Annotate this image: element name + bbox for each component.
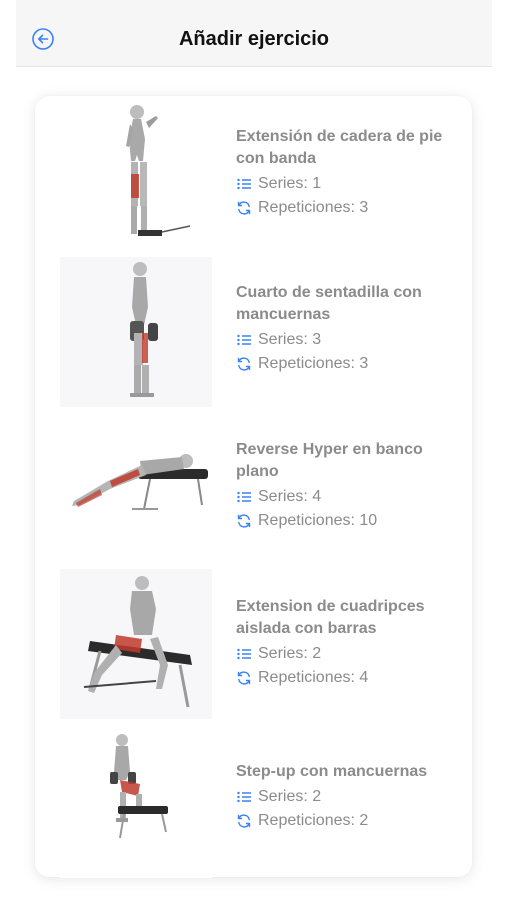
reps-value: 3 xyxy=(359,199,369,216)
series-label: Series: xyxy=(258,331,308,348)
reps-label: Repeticiones: xyxy=(258,812,355,829)
series-row: Series: 4 xyxy=(236,485,462,509)
reps-value: 3 xyxy=(359,355,369,372)
exercise-thumbnail xyxy=(60,569,212,719)
exercise-info: Extension de cuadripces aislada con barr… xyxy=(236,596,462,690)
exercise-info: Reverse Hyper en banco plano Series: 4 R… xyxy=(236,439,462,533)
exercise-thumbnail xyxy=(60,409,212,559)
series-label: Series: xyxy=(258,488,308,505)
series-label: Series: xyxy=(258,175,308,192)
exercise-item[interactable]: Reverse Hyper en banco plano Series: 4 R… xyxy=(35,409,472,569)
exercise-name: Cuarto de sentadilla con mancuernas xyxy=(236,284,422,323)
exercise-thumbnail xyxy=(60,257,212,407)
refresh-icon xyxy=(236,670,252,686)
reps-value: 10 xyxy=(359,512,378,529)
refresh-icon xyxy=(236,200,252,216)
exercise-list-card: Extensión de cadera de pie con banda Ser… xyxy=(35,96,472,878)
series-row: Series: 2 xyxy=(236,642,462,666)
series-label: Series: xyxy=(258,788,308,805)
refresh-icon xyxy=(236,813,252,829)
exercise-item[interactable]: Extensión de cadera de pie con banda Ser… xyxy=(35,96,472,256)
reps-row: Repeticiones: 3 xyxy=(236,352,462,376)
reps-label: Repeticiones: xyxy=(258,355,355,372)
list-icon xyxy=(236,789,252,805)
exercise-item[interactable]: Cuarto de sentadilla con mancuernas Seri… xyxy=(35,252,472,412)
series-row: Series: 2 xyxy=(236,785,462,809)
exercise-name: Extensión de cadera de pie con banda xyxy=(236,128,443,167)
series-row: Series: 1 xyxy=(236,172,462,196)
exercise-name: Extension de cuadripces aislada con barr… xyxy=(236,598,425,637)
refresh-icon xyxy=(236,356,252,372)
series-value: 2 xyxy=(312,645,322,662)
reps-value: 4 xyxy=(359,669,369,686)
exercise-info: Cuarto de sentadilla con mancuernas Seri… xyxy=(236,282,462,376)
refresh-icon xyxy=(236,513,252,529)
page-title: Añadir ejercicio xyxy=(178,28,330,50)
list-icon xyxy=(236,489,252,505)
series-value: 4 xyxy=(312,488,322,505)
series-value: 3 xyxy=(312,331,322,348)
series-value: 1 xyxy=(312,175,322,192)
reps-row: Repeticiones: 4 xyxy=(236,666,462,690)
exercise-item[interactable]: Step-up con mancuernas Series: 2 Repetic… xyxy=(35,723,472,883)
reps-label: Repeticiones: xyxy=(258,199,355,216)
reps-value: 2 xyxy=(359,812,369,829)
top-bar: Añadir ejercicio xyxy=(16,0,492,67)
reps-row: Repeticiones: 10 xyxy=(236,509,462,533)
reps-label: Repeticiones: xyxy=(258,669,355,686)
series-value: 2 xyxy=(312,788,322,805)
reps-label: Repeticiones: xyxy=(258,512,355,529)
series-label: Series: xyxy=(258,645,308,662)
exercise-item[interactable]: Extension de cuadripces aislada con barr… xyxy=(35,566,472,726)
exercise-info: Step-up con mancuernas Series: 2 Repetic… xyxy=(236,761,462,833)
reps-row: Repeticiones: 2 xyxy=(236,809,462,833)
exercise-info: Extensión de cadera de pie con banda Ser… xyxy=(236,126,462,220)
list-icon xyxy=(236,332,252,348)
list-icon xyxy=(236,176,252,192)
exercise-name: Step-up con mancuernas xyxy=(236,763,428,780)
exercise-name: Reverse Hyper en banco plano xyxy=(236,441,423,480)
list-icon xyxy=(236,646,252,662)
reps-row: Repeticiones: 3 xyxy=(236,196,462,220)
series-row: Series: 3 xyxy=(236,328,462,352)
exercise-thumbnail xyxy=(60,728,212,878)
exercise-thumbnail xyxy=(60,102,212,252)
